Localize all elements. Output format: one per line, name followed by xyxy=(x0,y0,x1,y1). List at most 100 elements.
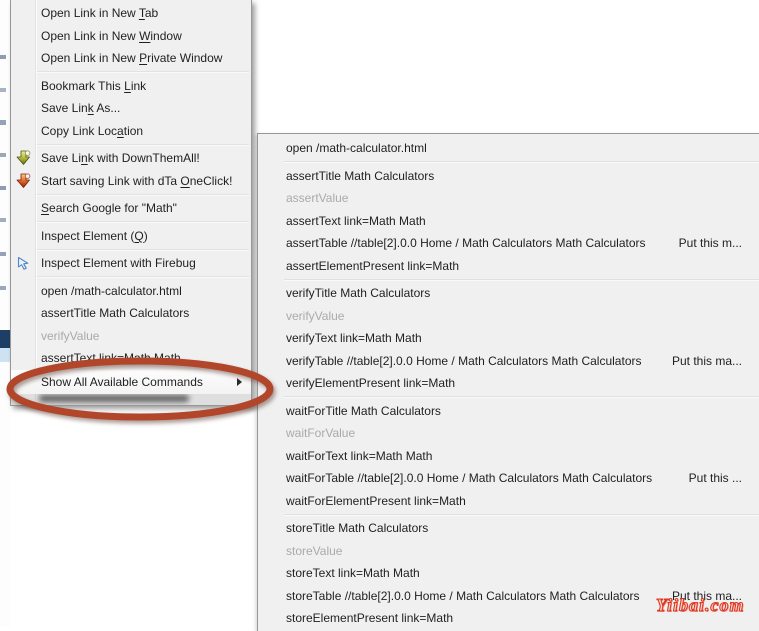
menu-item-label: Open Link in New Private Window xyxy=(41,51,223,66)
menu-item-open-link-in-new-window[interactable]: Open Link in New Window xyxy=(11,25,251,48)
submenu-item-verifytext-link-math-math[interactable]: verifyText link=Math Math xyxy=(258,327,759,350)
menu-item-start-saving-link-with-dta-oneclick[interactable]: Start saving Link with dTa OneClick! xyxy=(11,170,251,193)
submenu-items: open /math-calculator.html assertTitle Ma… xyxy=(258,137,759,630)
submenu-item-verifytable-table-2-0-0-home-math-calculators-ma[interactable]: verifyTable //table[2].0.0 Home / Math C… xyxy=(258,350,759,373)
submenu-item-verifytitle-math-calculators[interactable]: verifyTitle Math Calculators xyxy=(258,282,759,305)
submenu-item-label: storeElementPresent link=Math xyxy=(286,611,454,626)
menu-separator xyxy=(37,193,249,196)
menu-item-gutter xyxy=(11,302,35,325)
menu-item-asserttitle-math-calculators[interactable]: assertTitle Math Calculators xyxy=(11,302,251,325)
submenu-item-label: assertTitle Math Calculators xyxy=(286,168,435,183)
submenu-item-asserttitle-math-calculators[interactable]: assertTitle Math Calculators xyxy=(258,165,759,188)
submenu-item-label: waitForText link=Math Math xyxy=(286,448,433,463)
menu-separator xyxy=(37,143,249,146)
submenu-item-label: assertTable //table[2].0.0 Home / Math C… xyxy=(286,236,646,251)
submenu-item-waitfortable-table-2-0-0-home-math-calculators-m[interactable]: waitForTable //table[2].0.0 Home / Math … xyxy=(258,467,759,490)
submenu-item-label: verifyElementPresent link=Math xyxy=(286,376,456,391)
oneclick-icon xyxy=(11,170,35,193)
submenu-item-label: open /math-calculator.html xyxy=(286,141,427,156)
page-edge-artifact xyxy=(0,186,6,190)
menu-item-gutter xyxy=(11,370,35,394)
menu-separator xyxy=(284,396,759,398)
menu-item-open-math-calculator-html[interactable]: open /math-calculator.html xyxy=(11,280,251,303)
menu-item-label: Save Link As... xyxy=(41,101,121,116)
submenu-item-verifyelementpresent-link-math[interactable]: verifyElementPresent link=Math xyxy=(258,372,759,395)
menu-item-label: Copy Link Location xyxy=(41,123,144,138)
truncated-comment-label: Put this ma... xyxy=(671,353,742,368)
submenu-item-label: waitForTitle Math Calculators xyxy=(286,403,441,418)
menu-item-inspect-element-q[interactable]: Inspect Element (Q) xyxy=(11,225,251,248)
menu-separator xyxy=(284,513,759,516)
submenu-item-asserttext-link-math-math[interactable]: assertText link=Math Math xyxy=(258,210,759,233)
menu-item-open-link-in-new-tab[interactable]: Open Link in New Tab xyxy=(11,2,251,25)
page-edge xyxy=(0,0,10,627)
menu-item-save-link-as[interactable]: Save Link As... xyxy=(11,97,251,120)
page-edge-artifact xyxy=(0,286,6,290)
menu-item-search-google-for-math[interactable]: Search Google for "Math" xyxy=(11,197,251,220)
menu-separator xyxy=(37,221,249,223)
submenu-item-waitforvalue: waitForValue xyxy=(258,422,759,445)
menu-separator xyxy=(37,276,249,278)
menu-item-gutter xyxy=(11,325,35,348)
submenu-item-label: waitForValue xyxy=(286,426,356,441)
submenu-item-label: verifyValue xyxy=(286,308,345,323)
menu-item-gutter xyxy=(11,197,35,220)
commands-submenu: open /math-calculator.html assertTitle Ma… xyxy=(257,133,759,631)
menu-item-gutter xyxy=(11,25,35,48)
menu-item-label: Start saving Link with dTa OneClick! xyxy=(41,173,233,188)
submenu-item-storetext-link-math-math[interactable]: storeText link=Math Math xyxy=(258,562,759,585)
context-menu-items: Open Link in New Tab Open Link in New Win… xyxy=(11,2,251,405)
menu-item-label: assertTitle Math Calculators xyxy=(41,306,190,321)
menu-item-copy-link-location[interactable]: Copy Link Location xyxy=(11,120,251,143)
page-edge-artifact xyxy=(0,330,10,348)
page-edge-artifact xyxy=(0,55,6,59)
menu-item-show-all-available-commands[interactable]: Show All Available Commands xyxy=(11,369,251,394)
submenu-item-asserttable-table-2-0-0-home-math-calculators-ma[interactable]: assertTable //table[2].0.0 Home / Math C… xyxy=(258,232,759,255)
submenu-item-storetitle-math-calculators[interactable]: storeTitle Math Calculators xyxy=(258,517,759,540)
menu-separator xyxy=(37,248,249,251)
submenu-item-waitfortext-link-math-math[interactable]: waitForText link=Math Math xyxy=(258,445,759,468)
menu-item-bookmark-this-link[interactable]: Bookmark This Link xyxy=(11,75,251,98)
submenu-item-assertelementpresent-link-math[interactable]: assertElementPresent link=Math xyxy=(258,255,759,278)
submenu-item-label: verifyText link=Math Math xyxy=(286,331,422,346)
page-edge-artifact xyxy=(0,252,6,256)
submenu-item-open-math-calculator-html[interactable]: open /math-calculator.html xyxy=(258,137,759,160)
menu-item-label: Save Link with DownThemAll! xyxy=(41,151,200,166)
menu-item-label: verifyValue xyxy=(41,328,100,343)
context-menu: Open Link in New Tab Open Link in New Win… xyxy=(10,0,252,406)
menu-separator xyxy=(284,161,759,163)
page-edge-artifact xyxy=(0,120,6,125)
submenu-item-label: assertText link=Math Math xyxy=(286,213,426,228)
submenu-item-waitforelementpresent-link-math[interactable]: waitForElementPresent link=Math xyxy=(258,490,759,513)
menu-item-label: Inspect Element (Q) xyxy=(41,228,148,243)
obscured-menu-item xyxy=(11,393,251,405)
menu-item-label: Open Link in New Tab xyxy=(41,6,159,21)
submenu-item-verifyvalue: verifyValue xyxy=(258,305,759,328)
menu-item-label: assertText link=Math Math xyxy=(41,351,181,366)
downthemall-icon xyxy=(11,147,35,170)
menu-item-gutter xyxy=(11,75,35,98)
menu-item-gutter xyxy=(11,347,35,370)
submenu-item-label: storeText link=Math Math xyxy=(286,566,420,581)
menu-item-gutter xyxy=(11,120,35,143)
menu-item-save-link-with-downthemall[interactable]: Save Link with DownThemAll! xyxy=(11,147,251,170)
menu-item-inspect-element-with-firebug[interactable]: Inspect Element with Firebug xyxy=(11,252,251,275)
menu-item-gutter xyxy=(11,280,35,303)
menu-item-gutter xyxy=(11,97,35,120)
submenu-item-waitfortitle-math-calculators[interactable]: waitForTitle Math Calculators xyxy=(258,400,759,423)
truncated-comment-label: Put this m... xyxy=(678,236,742,251)
menu-separator xyxy=(284,278,759,281)
submenu-item-label: verifyTitle Math Calculators xyxy=(286,286,431,301)
menu-item-verifyvalue: verifyValue xyxy=(11,325,251,348)
submenu-item-assertvalue: assertValue xyxy=(258,187,759,210)
page-edge-artifact xyxy=(0,348,10,362)
submenu-arrow-icon xyxy=(237,377,242,386)
menu-item-asserttext-link-math-math[interactable]: assertText link=Math Math xyxy=(11,347,251,370)
watermark: Yiibai.com xyxy=(655,594,745,615)
menu-item-open-link-in-new-private-window[interactable]: Open Link in New Private Window xyxy=(11,47,251,70)
submenu-item-label: waitForTable //table[2].0.0 Home / Math … xyxy=(286,471,653,486)
submenu-item-storevalue: storeValue xyxy=(258,540,759,563)
page-edge-artifact xyxy=(0,88,6,92)
submenu-item-label: assertElementPresent link=Math xyxy=(286,258,460,273)
submenu-item-label: assertValue xyxy=(286,191,349,206)
